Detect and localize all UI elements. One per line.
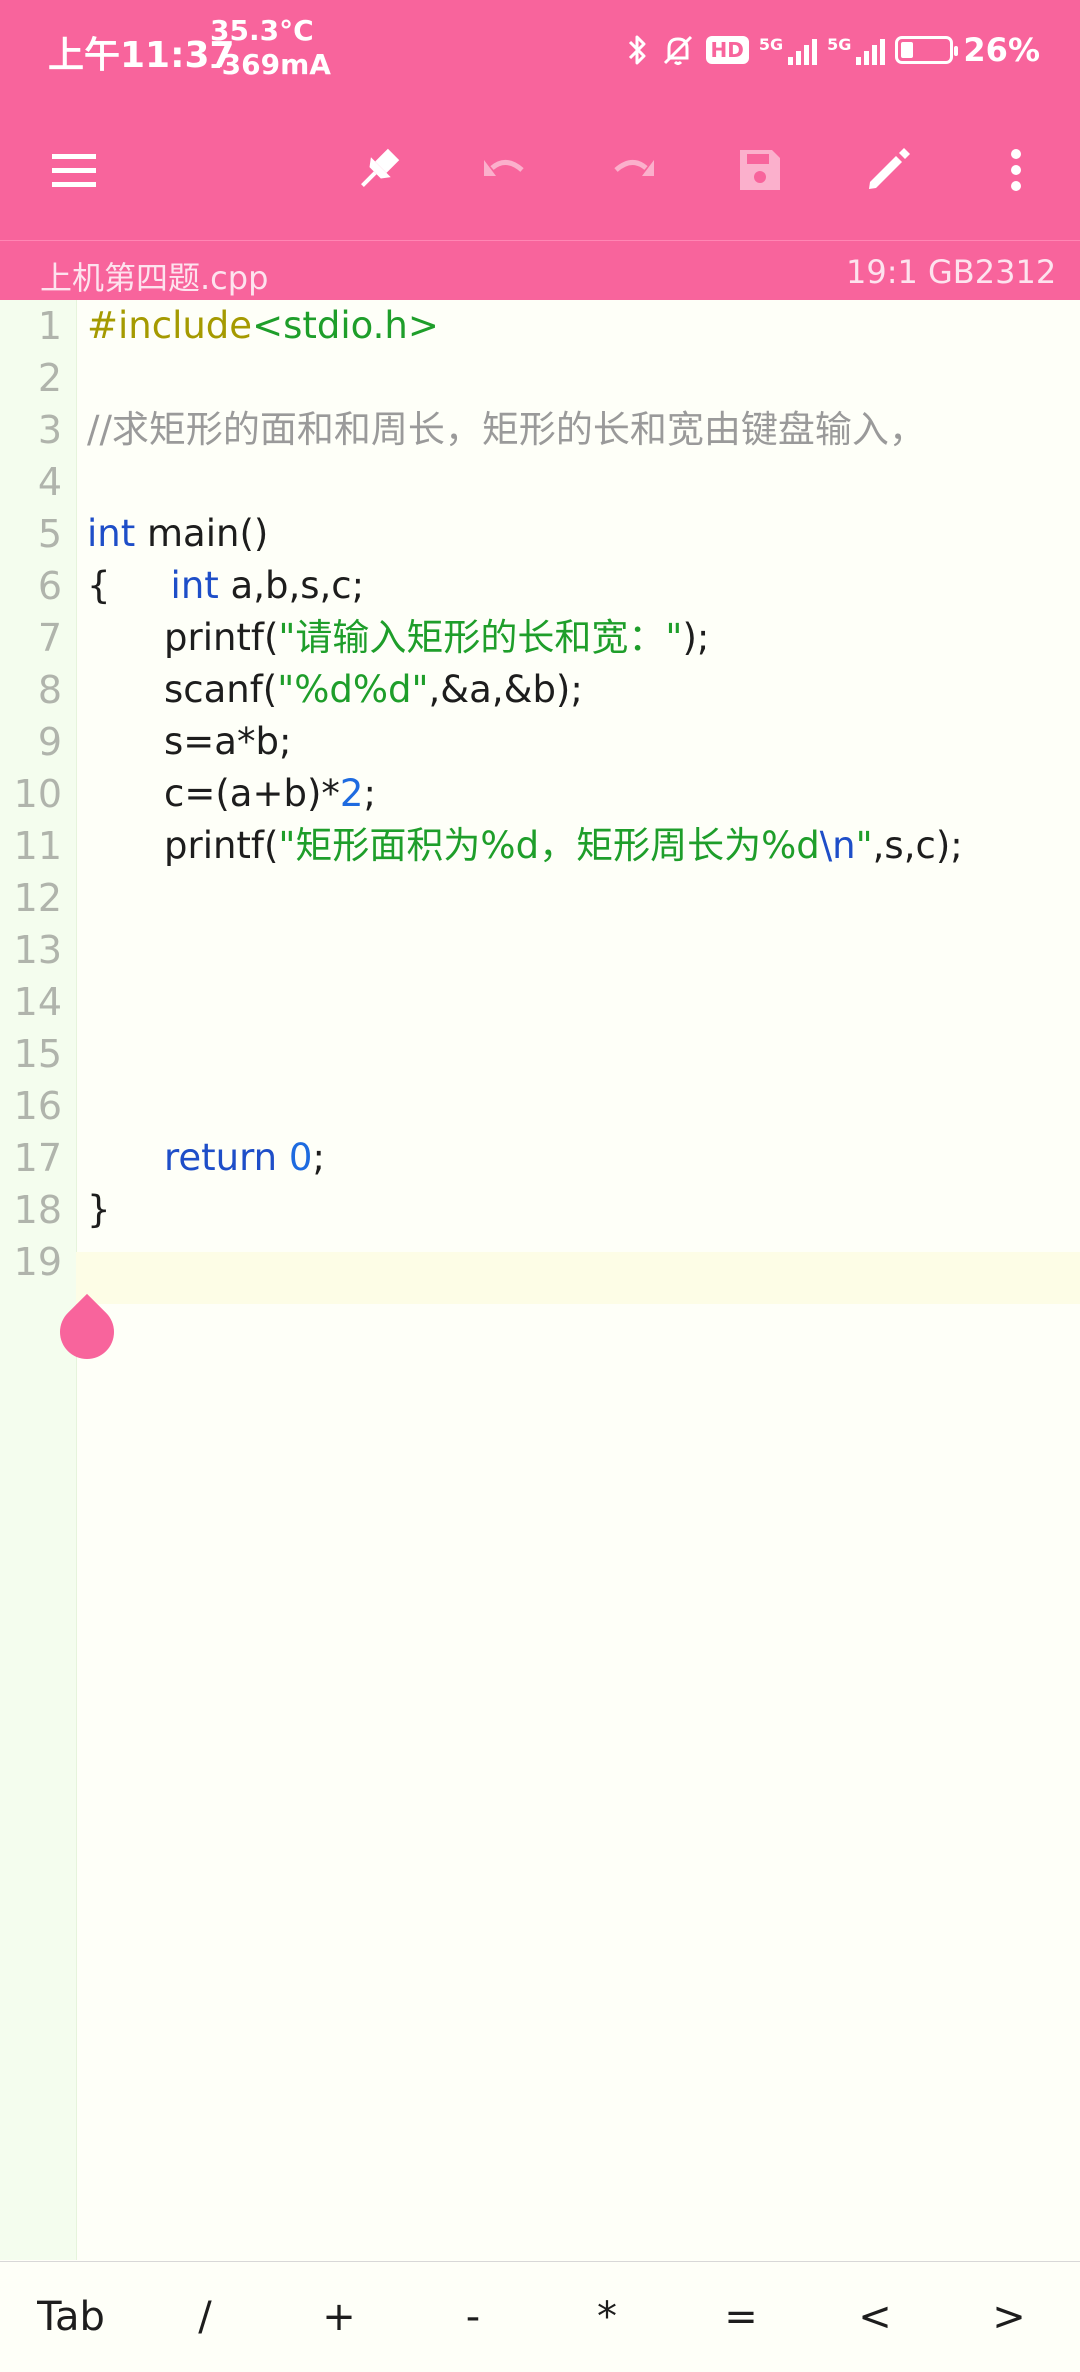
redo-icon[interactable]: [592, 130, 672, 210]
undo-icon[interactable]: [466, 130, 546, 210]
file-name[interactable]: 上机第四题.cpp: [40, 253, 268, 299]
close-brace: }: [87, 1188, 111, 1231]
line-number: 3: [37, 408, 62, 452]
signal-2-label: 5G: [827, 35, 852, 54]
code-line-10[interactable]: c=(a+b)*2;: [164, 768, 376, 820]
line-number: 16: [13, 1084, 62, 1128]
signal-1-icon: 5G: [758, 35, 818, 65]
line-number: 19: [13, 1240, 62, 1284]
battery-icon: [895, 36, 959, 64]
line-number: 5: [37, 512, 62, 556]
code-text: ;: [363, 772, 376, 815]
open-brace: {: [87, 564, 111, 607]
code-line-18[interactable]: }: [87, 1184, 111, 1236]
code-comment: //求矩形的面和和周长，矩形的长和宽由键盘输入，: [87, 408, 926, 451]
code-text: );: [682, 616, 710, 659]
code-line-5[interactable]: int main(): [87, 508, 268, 560]
string-literal-end: ": [855, 824, 873, 867]
code-text: printf(: [164, 616, 279, 659]
keyword-int: int: [170, 564, 219, 607]
line-number: 11: [13, 824, 62, 868]
pencil-icon[interactable]: [848, 130, 928, 210]
cursor-position: 19:1: [846, 253, 918, 291]
header-name: <stdio.h>: [252, 304, 439, 347]
code-text: ;: [312, 1136, 325, 1179]
number-literal: 0: [288, 1136, 313, 1179]
more-vertical-icon[interactable]: [976, 130, 1056, 210]
line-number: 7: [37, 616, 62, 660]
current-line-highlight: [76, 1252, 1080, 1304]
signal-2-icon: 5G: [827, 35, 886, 65]
code-line-9[interactable]: s=a*b;: [164, 716, 291, 768]
code-line-8[interactable]: scanf("%d%d",&a,&b);: [164, 664, 583, 716]
code-line-6[interactable]: { int a,b,s,c;: [87, 560, 364, 612]
battery-level: [901, 42, 914, 58]
line-number: 14: [13, 980, 62, 1024]
key-equals[interactable]: =: [674, 2262, 808, 2372]
line-number-gutter: 1 2 3 4 5 6 7 8 9 10 11 12 13 14 15 16 17 18 19: [0, 300, 77, 2260]
escape-sequence: \n: [819, 824, 856, 867]
status-temperature: 35.3°C: [210, 14, 314, 47]
symbol-key-bar: Tab / + - * = < >: [0, 2261, 1080, 2372]
status-bar: 上午11:37 35.3°C -369mA HD 5G 5G 26%: [0, 0, 1080, 100]
key-plus[interactable]: +: [272, 2262, 406, 2372]
line-number: 10: [13, 772, 62, 816]
line-number: 6: [37, 564, 62, 608]
line-number: 15: [13, 1032, 62, 1076]
status-icons: HD 5G 5G 26%: [626, 26, 1040, 74]
line-number: 2: [37, 356, 62, 400]
code-text: a,b,s,c;: [218, 564, 365, 607]
line-number: 17: [13, 1136, 62, 1180]
line-number: 13: [13, 928, 62, 972]
preprocessor-directive: #include: [87, 304, 253, 347]
string-literal: "请输入矩形的长和宽：": [278, 616, 683, 659]
code-line-7[interactable]: printf("请输入矩形的长和宽：");: [164, 612, 709, 664]
bluetooth-icon: [626, 32, 650, 68]
keyword-return: return: [164, 1136, 278, 1179]
battery-percent: 26%: [963, 31, 1040, 69]
number-literal: 2: [339, 772, 364, 815]
key-asterisk[interactable]: *: [540, 2262, 674, 2372]
status-device-info: 35.3°C -369mA: [210, 14, 331, 82]
status-current: -369mA: [210, 48, 331, 81]
code-text: c=(a+b)*: [164, 772, 340, 815]
code-text: scanf(: [164, 668, 278, 711]
line-number: 1: [37, 304, 62, 348]
code-text: s=a*b;: [164, 720, 292, 763]
string-literal: "矩形面积为%d，矩形周长为%d: [278, 824, 820, 867]
status-time: 上午11:37: [48, 35, 235, 76]
code-text: ,&a,&b);: [428, 668, 583, 711]
line-number: 8: [37, 668, 62, 712]
line-number: 4: [37, 460, 62, 504]
code-line-1[interactable]: #include<stdio.h>: [87, 300, 439, 352]
key-tab[interactable]: Tab: [4, 2262, 138, 2372]
keyword-int: int: [87, 512, 136, 555]
line-number: 9: [37, 720, 62, 764]
toolbar: [0, 100, 1080, 240]
code-line-3[interactable]: //求矩形的面和和周长，矩形的长和宽由键盘输入，: [87, 404, 926, 456]
code-editor[interactable]: 1 2 3 4 5 6 7 8 9 10 11 12 13 14 15 16 17 18 19 #include<s…: [0, 300, 1080, 2260]
file-encoding[interactable]: GB2312: [928, 253, 1056, 291]
code-line-17[interactable]: return 0;: [164, 1132, 325, 1184]
hd-badge: HD: [705, 36, 749, 64]
key-greater-than[interactable]: >: [942, 2262, 1076, 2372]
key-less-than[interactable]: <: [808, 2262, 942, 2372]
code-text: ,s,c);: [872, 824, 963, 867]
hamburger-menu-icon[interactable]: [34, 130, 114, 210]
line-number: 12: [13, 876, 62, 920]
bell-muted-icon: [660, 32, 696, 68]
line-number: 18: [13, 1188, 62, 1232]
key-minus[interactable]: -: [406, 2262, 540, 2372]
code-line-11[interactable]: printf("矩形面积为%d，矩形周长为%d\n",s,c);: [164, 820, 963, 872]
signal-1-label: 5G: [758, 35, 784, 54]
save-icon[interactable]: [720, 130, 800, 210]
code-text: main(): [135, 512, 269, 555]
key-slash[interactable]: /: [138, 2262, 272, 2372]
file-info-bar: 上机第四题.cpp 19:1 GB2312: [0, 240, 1080, 301]
code-text: printf(: [164, 824, 279, 867]
pin-icon[interactable]: [338, 130, 418, 210]
string-literal: "%d%d": [277, 668, 429, 711]
